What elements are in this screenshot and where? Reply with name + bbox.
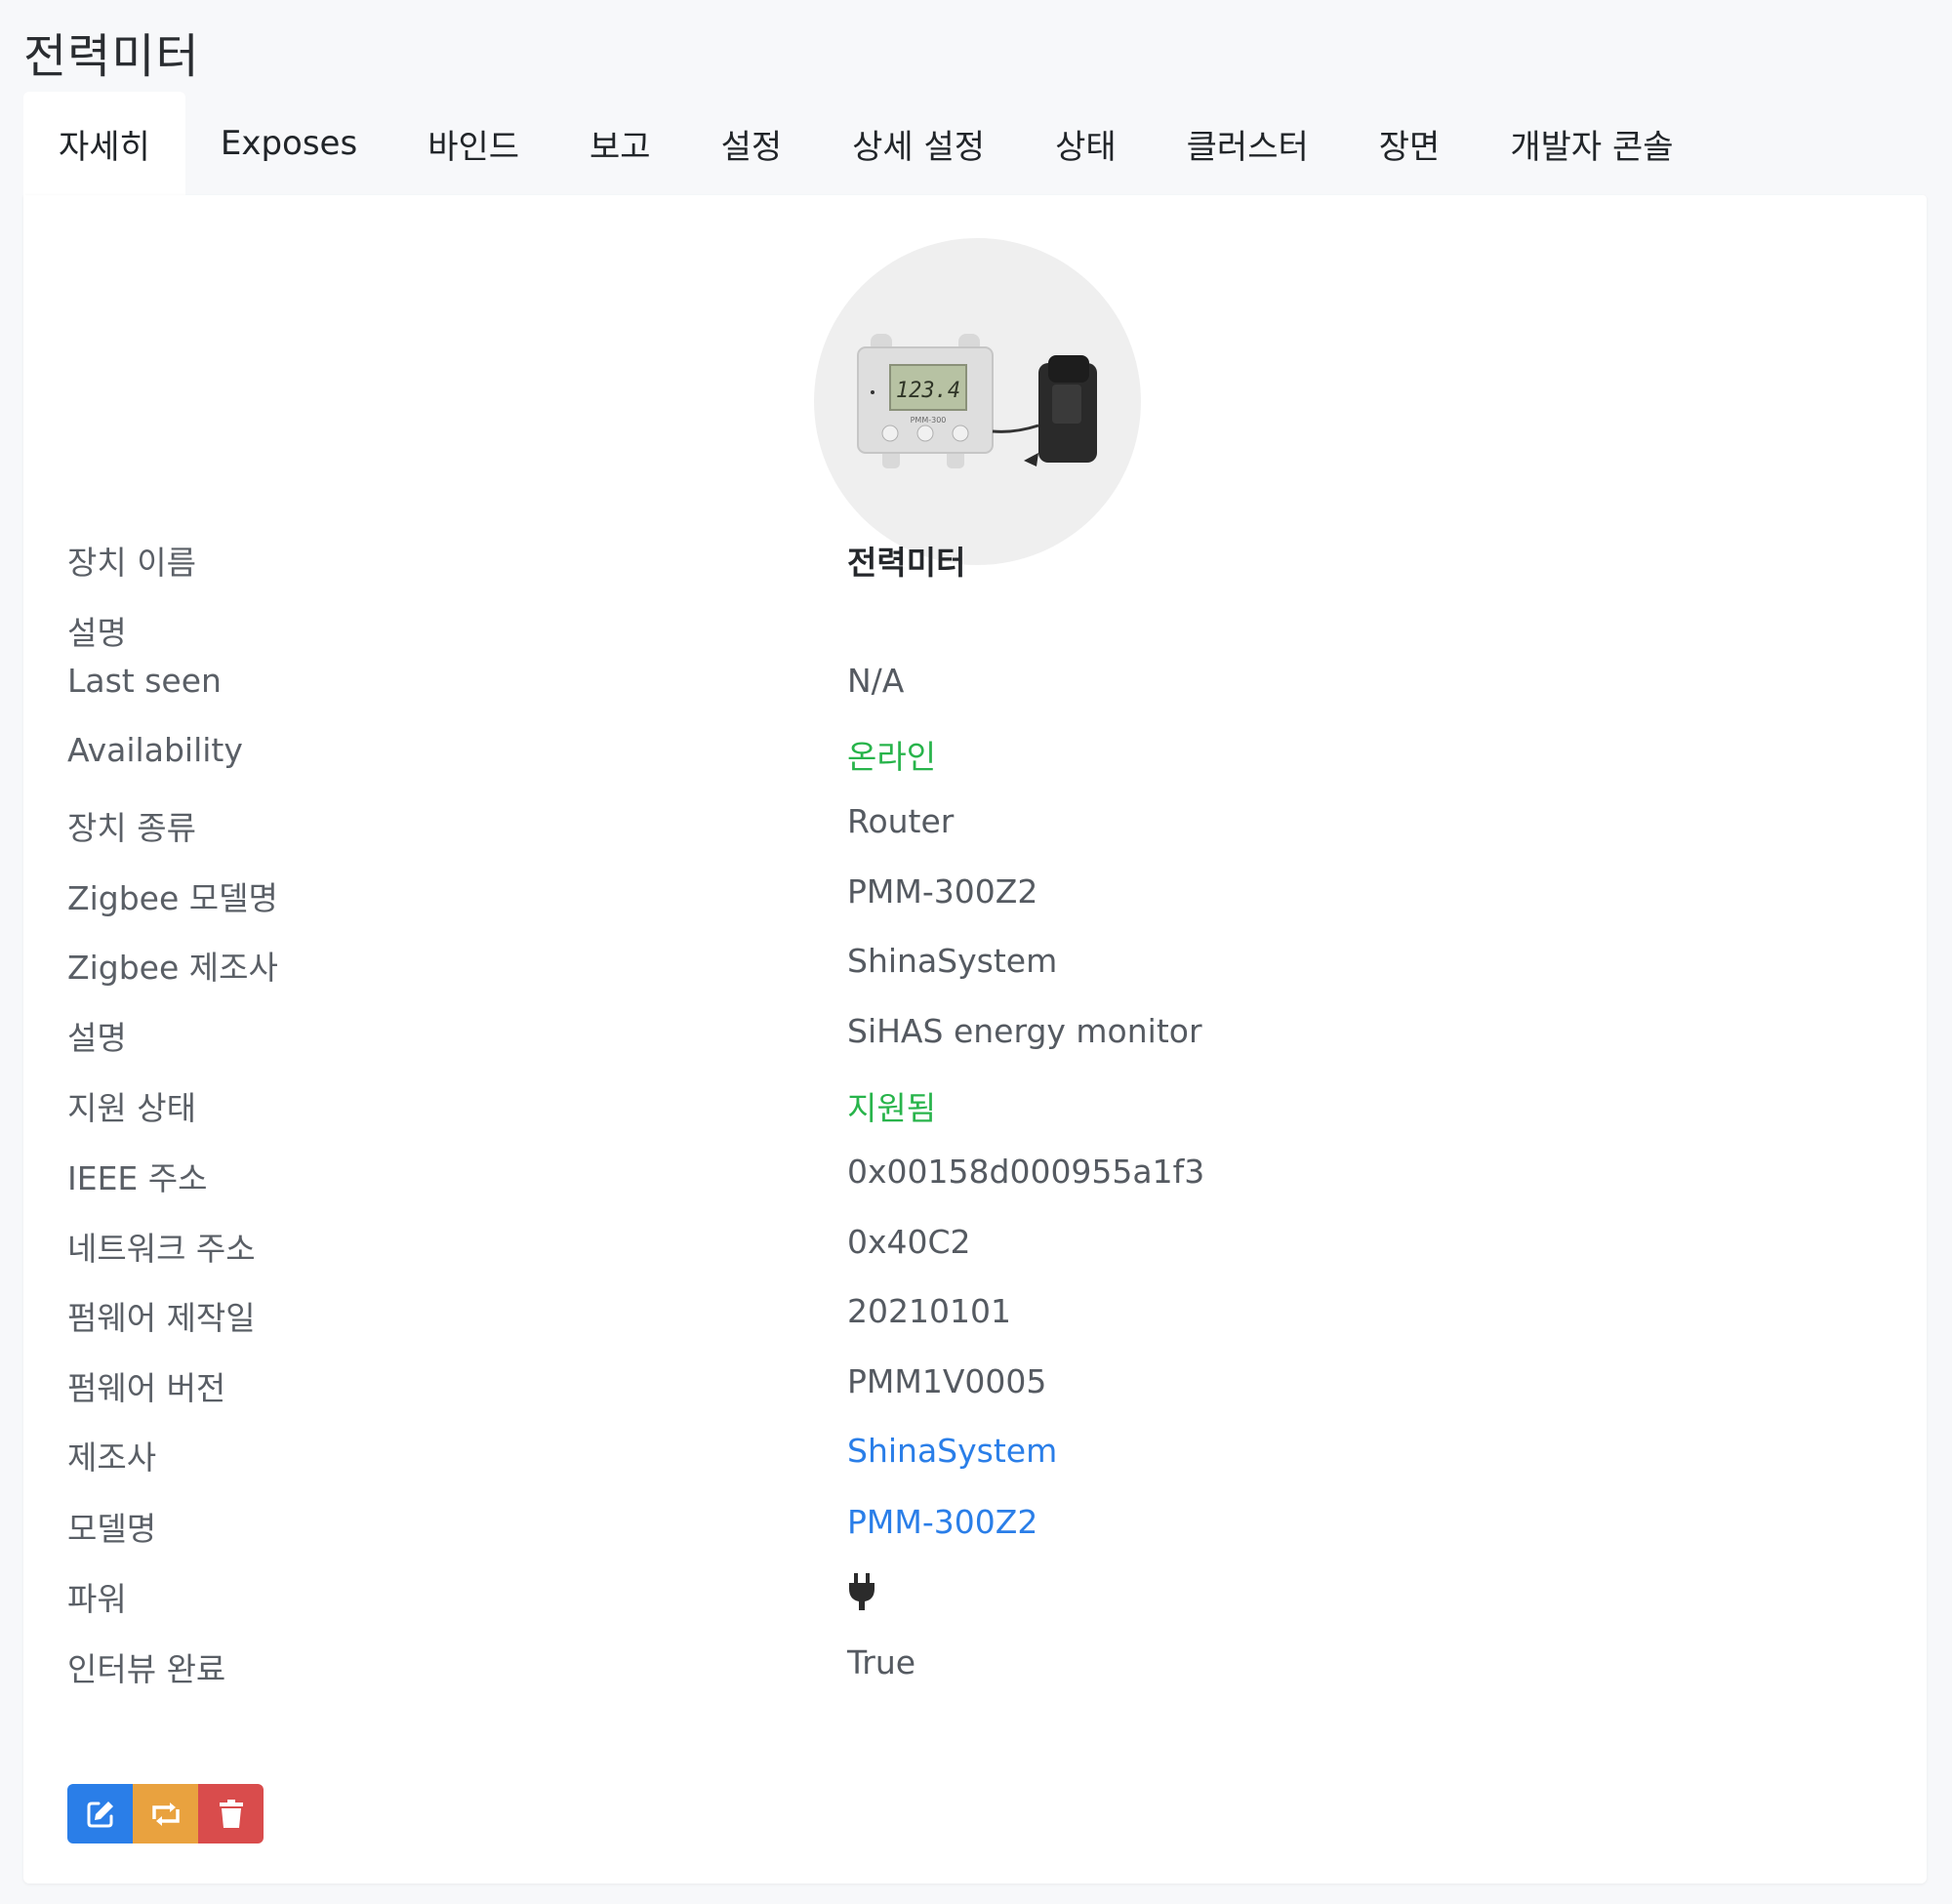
device-action-buttons (67, 1784, 264, 1843)
power-value (847, 1573, 876, 1618)
tab-bind[interactable]: 바인드 (392, 92, 554, 195)
detail-row-manufacturer: 제조사 ShinaSystem (23, 1432, 1927, 1490)
tab-dev-console[interactable]: 개발자 콘솔 (1475, 92, 1708, 195)
device-details-card: 123.4 PMM-300 장치 이름 전력미터 설명 Last seen N/… (23, 195, 1927, 1884)
detail-row-last-seen: Last seen N/A (23, 662, 1927, 720)
detail-row-device-name: 장치 이름 전력미터 (23, 537, 1927, 595)
detail-row-firmware-version: 펌웨어 버전 PMM1V0005 (23, 1362, 1927, 1421)
detail-label: 파워 (67, 1580, 127, 1618)
device-name-value: 전력미터 (847, 544, 966, 582)
tab-bar: 자세히 Exposes 바인드 보고 설정 상세 설정 상태 클러스터 장면 개… (23, 92, 1709, 195)
detail-row-availability: Availability 온라인 (23, 731, 1927, 790)
tab-reporting[interactable]: 보고 (554, 92, 686, 195)
availability-value: 온라인 (847, 738, 937, 776)
detail-row-interview-completed: 인터뷰 완료 True (23, 1643, 1927, 1702)
detail-label: 제조사 (67, 1438, 157, 1477)
trash-icon (219, 1799, 243, 1828)
detail-label: 모델명 (67, 1510, 157, 1548)
model-description-value: SiHAS energy monitor (847, 1012, 1202, 1050)
tab-scenes[interactable]: 장면 (1344, 92, 1476, 195)
interview-completed-value: True (847, 1643, 916, 1681)
detail-label: IEEE 주소 (67, 1159, 208, 1197)
plug-icon (849, 1573, 874, 1610)
detail-row-ieee-address: IEEE 주소 0x00158d000955a1f3 (23, 1153, 1927, 1211)
device-image: 123.4 PMM-300 (814, 238, 1141, 565)
detail-label: 펌웨어 버전 (67, 1369, 226, 1407)
detail-label: 인터뷰 완료 (67, 1650, 226, 1688)
detail-row-support-status: 지원 상태 지원됨 (23, 1082, 1927, 1141)
detail-label: Zigbee 모델명 (67, 879, 278, 917)
edit-button[interactable] (67, 1784, 133, 1843)
detail-label: Last seen (67, 662, 222, 700)
model-link[interactable]: PMM-300Z2 (847, 1503, 1037, 1541)
detail-label: 설명 (67, 614, 127, 652)
detail-row-zigbee-manufacturer: Zigbee 제조사 ShinaSystem (23, 942, 1927, 1000)
detail-label: 지원 상태 (67, 1089, 196, 1127)
manufacturer-link[interactable]: ShinaSystem (847, 1432, 1057, 1470)
reconfigure-button[interactable] (133, 1784, 198, 1843)
delete-button[interactable] (198, 1784, 264, 1843)
device-type-value: Router (847, 802, 955, 840)
tab-details[interactable]: 자세히 (23, 92, 185, 195)
tab-settings[interactable]: 설정 (686, 92, 818, 195)
tab-clusters[interactable]: 클러스터 (1152, 92, 1344, 195)
detail-label: 장치 이름 (67, 544, 196, 582)
detail-label: Availability (67, 731, 243, 769)
detail-label: 장치 종류 (67, 809, 196, 847)
support-status-value: 지원됨 (847, 1089, 937, 1127)
page-title: 전력미터 (23, 29, 200, 84)
detail-row-network-address: 네트워크 주소 0x40C2 (23, 1223, 1927, 1281)
detail-label: 네트워크 주소 (67, 1230, 256, 1268)
tab-exposes[interactable]: Exposes (185, 92, 392, 195)
lcd-display-text: 123.4 (896, 379, 960, 403)
firmware-version-value: PMM1V0005 (847, 1362, 1047, 1400)
detail-row-device-type: 장치 종류 Router (23, 802, 1927, 861)
zigbee-manufacturer-value: ShinaSystem (847, 942, 1058, 980)
detail-row-model-description: 설명 SiHAS energy monitor (23, 1012, 1927, 1071)
detail-label: 설명 (67, 1019, 127, 1057)
detail-label: 펌웨어 제작일 (67, 1299, 256, 1337)
detail-row-power: 파워 (23, 1573, 1927, 1632)
zigbee-model-value: PMM-300Z2 (847, 872, 1038, 911)
meter-model-text: PMM-300 (911, 416, 947, 425)
network-address-value: 0x40C2 (847, 1223, 971, 1261)
detail-row-firmware-date: 펌웨어 제작일 20210101 (23, 1292, 1927, 1351)
last-seen-value: N/A (847, 662, 905, 700)
detail-row-zigbee-model: Zigbee 모델명 PMM-300Z2 (23, 872, 1927, 931)
firmware-date-value: 20210101 (847, 1292, 1011, 1330)
tab-state[interactable]: 상태 (1020, 92, 1152, 195)
detail-row-description: 설명 (23, 607, 1927, 666)
detail-row-model: 모델명 PMM-300Z2 (23, 1503, 1927, 1561)
edit-icon (87, 1801, 113, 1827)
reconfigure-icon (151, 1802, 180, 1826)
ieee-address-value: 0x00158d000955a1f3 (847, 1153, 1205, 1191)
detail-label: Zigbee 제조사 (67, 949, 278, 987)
tab-specific-settings[interactable]: 상세 설정 (817, 92, 1020, 195)
